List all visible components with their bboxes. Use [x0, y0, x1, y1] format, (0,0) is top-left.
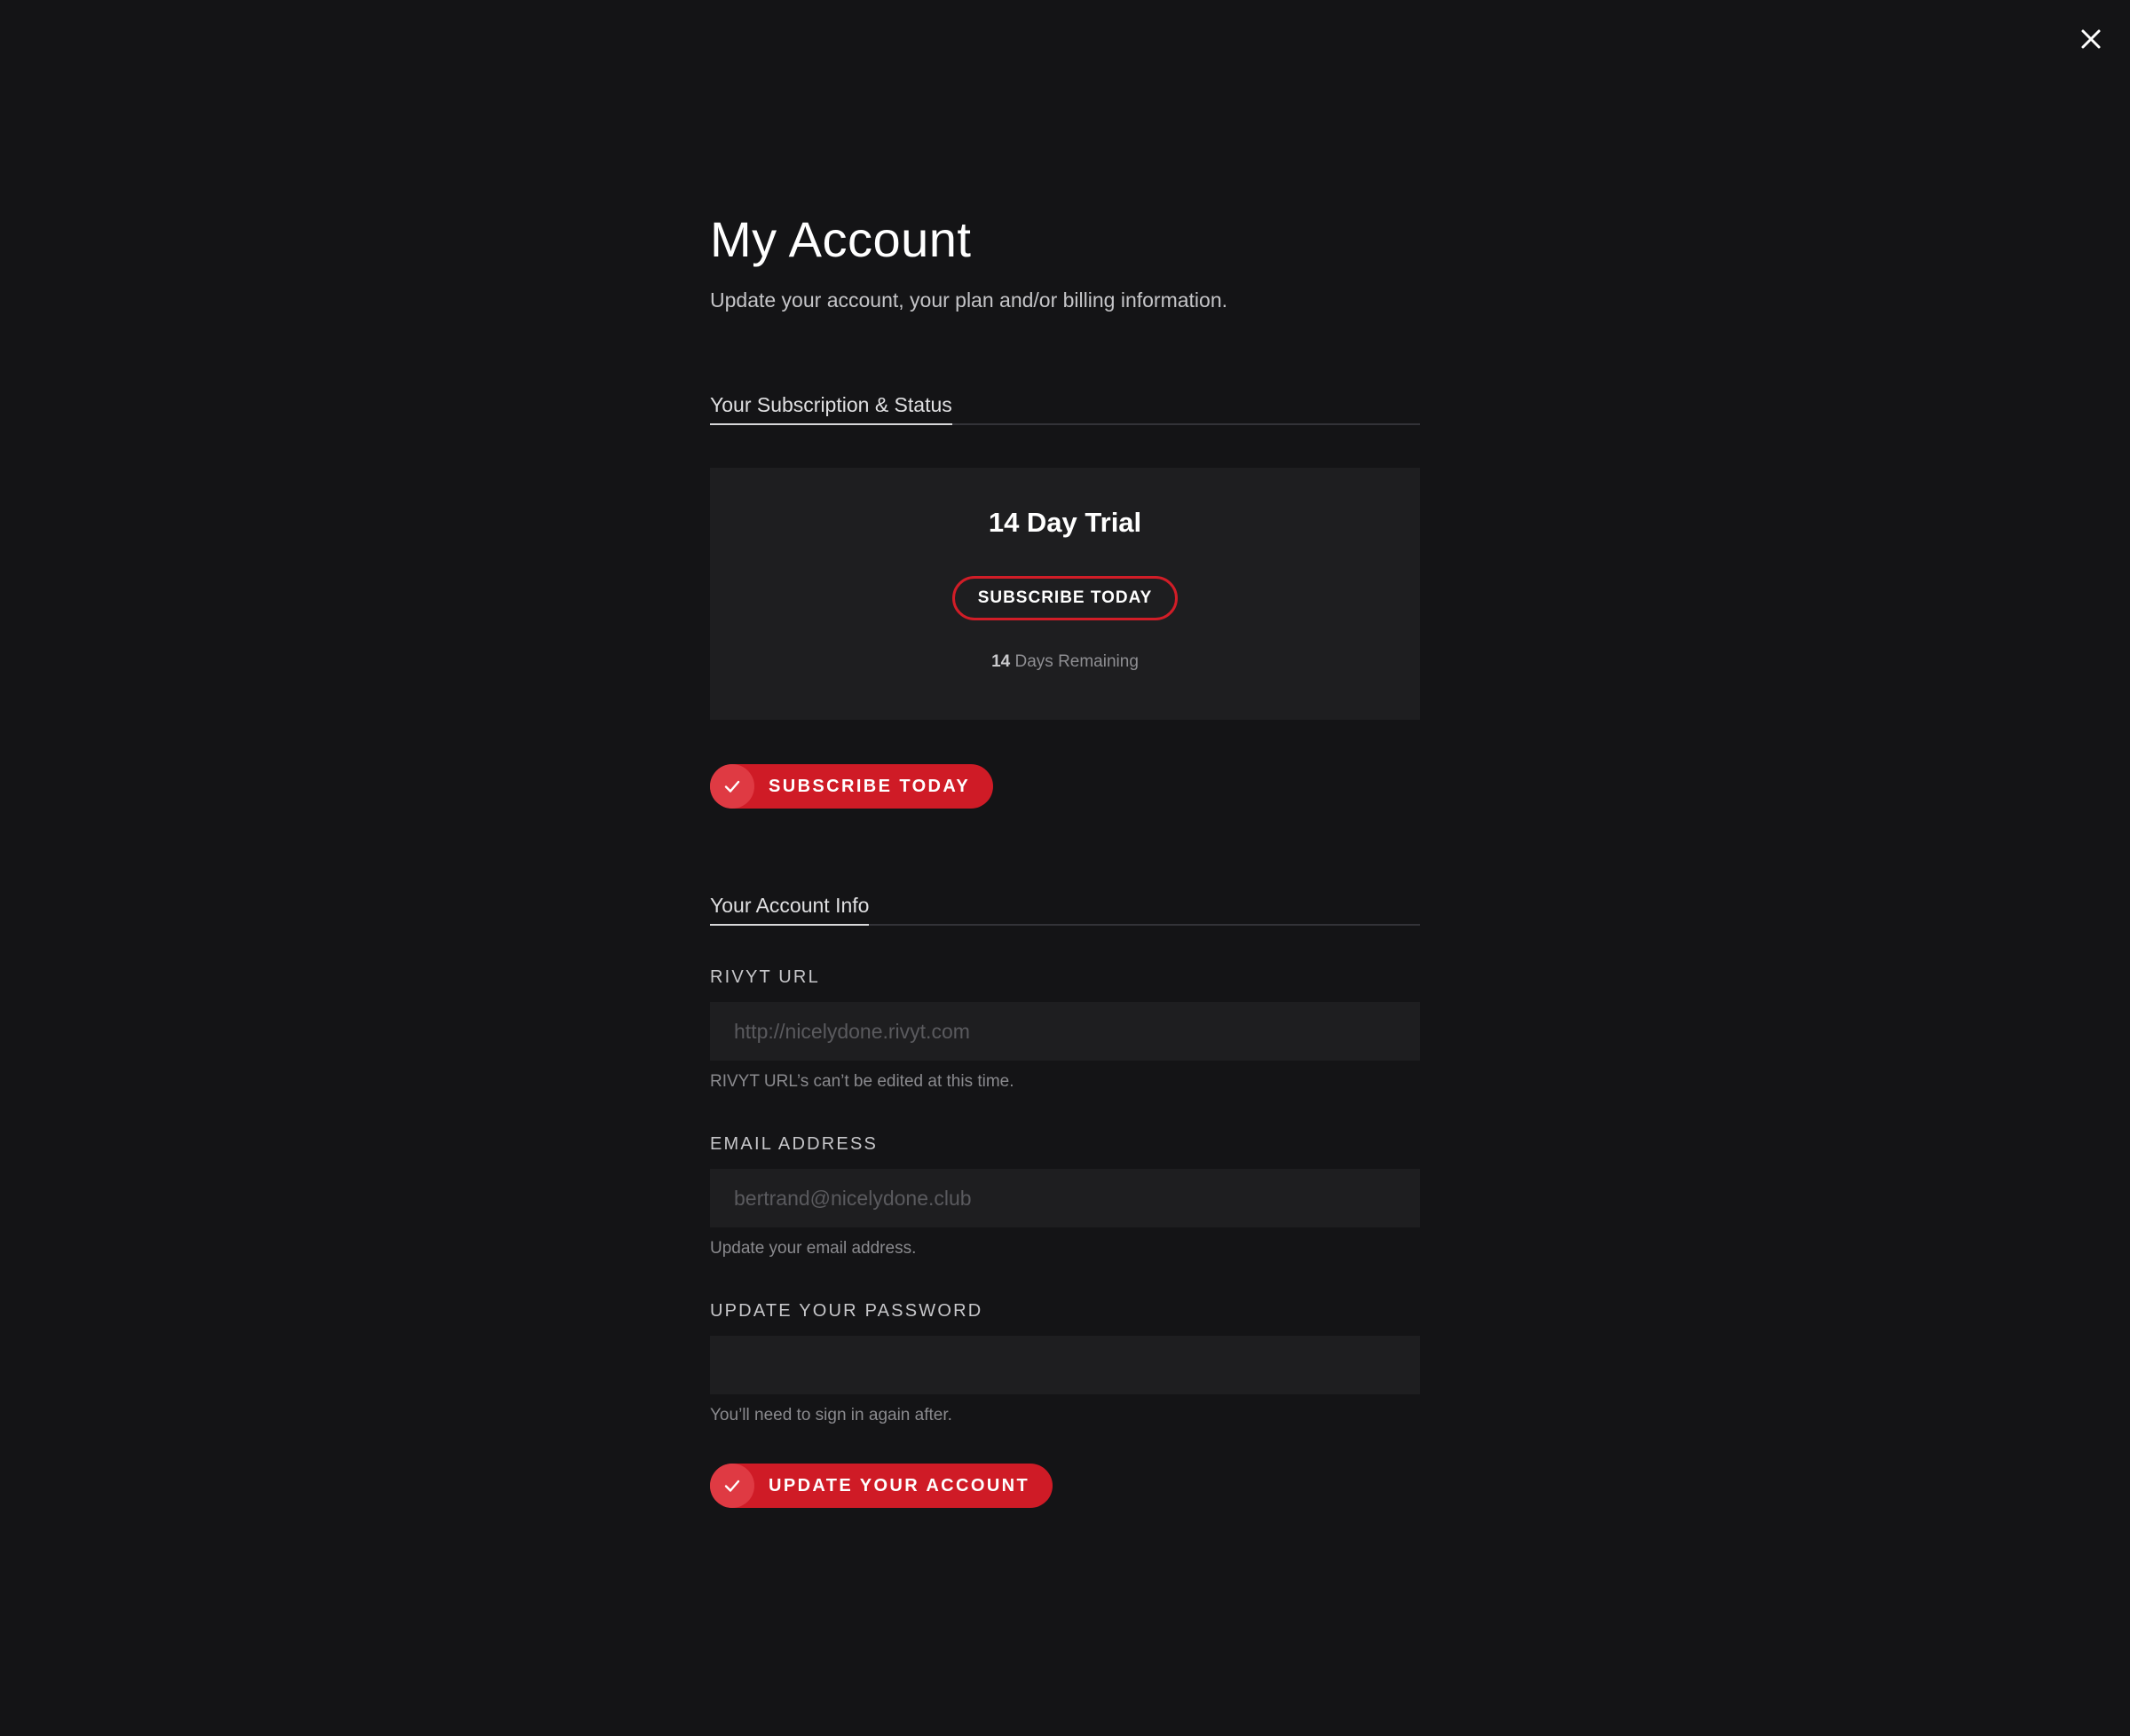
close-icon[interactable]: [2074, 22, 2108, 56]
check-icon: [710, 764, 754, 809]
days-label: Days Remaining: [1014, 652, 1139, 671]
subscribe-today-outline-button[interactable]: SUBSCRIBE TODAY: [951, 576, 1179, 620]
close-button[interactable]: [2074, 22, 2108, 56]
rivyt-url-help: RIVYT URL’s can’t be edited at this time…: [710, 1072, 1014, 1091]
email-field[interactable]: [710, 1169, 1420, 1227]
password-field[interactable]: [710, 1336, 1420, 1394]
password-label: UPDATE YOUR PASSWORD: [710, 1301, 983, 1321]
update-account-button[interactable]: UPDATE YOUR ACCOUNT: [710, 1464, 1053, 1508]
email-help: Update your email address.: [710, 1239, 917, 1258]
rivyt-url-field[interactable]: [710, 1002, 1420, 1061]
account-section-header: Your Account Info: [710, 880, 1420, 926]
days-remaining: 14 Days Remaining: [710, 652, 1420, 672]
password-help: You’ll need to sign in again after.: [710, 1406, 952, 1424]
days-count: 14: [991, 652, 1011, 671]
subscription-section-header: Your Subscription & Status: [710, 379, 1420, 425]
rivyt-url-label: RIVYT URL: [710, 967, 820, 987]
account-section-title: Your Account Info: [710, 892, 870, 926]
check-icon: [710, 1464, 754, 1508]
page-title: My Account: [710, 211, 972, 267]
subscription-section-title: Your Subscription & Status: [710, 391, 952, 425]
subscribe-today-button[interactable]: SUBSCRIBE TODAY: [710, 764, 994, 809]
update-account-label: UPDATE YOUR ACCOUNT: [769, 1475, 1030, 1495]
account-panel: My Account Update your account, your pla…: [710, 200, 1420, 1508]
trial-card: 14 Day Trial SUBSCRIBE TODAY 14 Days Rem…: [710, 468, 1420, 720]
plan-name: 14 Day Trial: [988, 507, 1142, 538]
page-subtitle: Update your account, your plan and/or bi…: [710, 288, 1228, 312]
subscribe-today-label: SUBSCRIBE TODAY: [769, 776, 971, 796]
email-label: EMAIL ADDRESS: [710, 1134, 879, 1154]
